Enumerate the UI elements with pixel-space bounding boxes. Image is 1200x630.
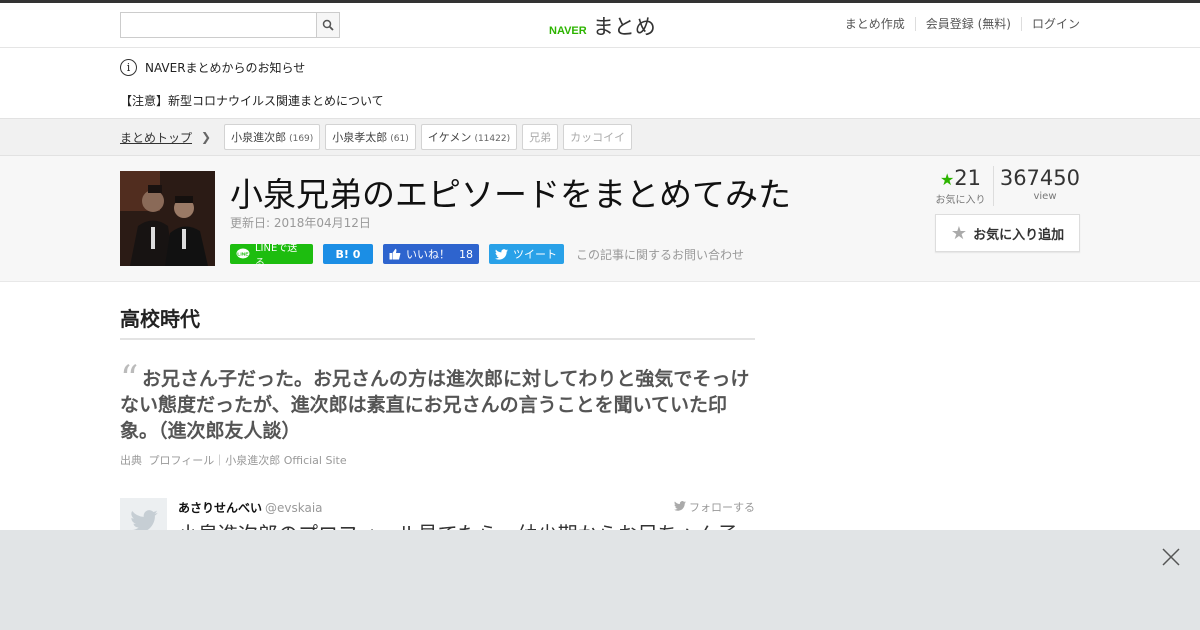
favorites-label: お気に入り: [935, 195, 986, 206]
thumbs-up-icon: [389, 248, 401, 260]
tag-label: イケメン: [427, 131, 472, 144]
twitter-bird-icon: [673, 501, 686, 511]
logo-matome-text: まとめ: [592, 15, 656, 39]
updated-date: 更新日: 2018年04月12日: [230, 216, 371, 230]
facebook-like-button[interactable]: いいね！ 18: [383, 244, 479, 264]
add-favorite-button[interactable]: ★ お気に入り追加: [935, 214, 1080, 252]
thumbnail-photo: [120, 171, 215, 266]
breadcrumb: まとめトップ ❯ 小泉進次郎 (169) 小泉孝太郎 (61) イケメン (11422…: [0, 118, 1200, 156]
tag-label: カッコイイ: [570, 131, 626, 144]
favorites-count: 21: [954, 166, 982, 190]
hatena-bookmark-button[interactable]: B! 0: [323, 244, 373, 264]
tweet-follow-button[interactable]: フォローする: [673, 499, 755, 515]
header-nav: まとめ作成 会員登録 (無料) ログイン: [835, 17, 1080, 31]
section-heading: 高校時代: [120, 282, 755, 340]
facebook-like-label: いいね！: [406, 248, 450, 261]
close-icon[interactable]: [1162, 548, 1180, 566]
views-label: view: [1033, 191, 1057, 202]
chevron-right-icon: ❯: [201, 130, 212, 144]
tweet-user-name: あさりせんべい: [178, 501, 263, 515]
search-icon: [322, 19, 334, 31]
star-icon: ★: [939, 170, 955, 189]
article-title: 小泉兄弟のエピソードをまとめてみた: [230, 175, 791, 214]
views-count: 367450: [999, 166, 1080, 190]
tag-count: (61): [390, 134, 409, 144]
views-stat: 367450 view: [994, 166, 1080, 206]
nav-login[interactable]: ログイン: [1020, 17, 1080, 31]
tweet-follow-label: フォローする: [689, 501, 755, 514]
quote-text: お兄さん子だった。お兄さんの方は進次郎に対してわりと強気でそっけない態度だったが…: [120, 368, 750, 442]
tag-item[interactable]: カッコイイ: [563, 124, 633, 150]
article-stats: ★21 お気に入り 367450 view: [928, 166, 1080, 206]
hatena-label: B! 0: [335, 247, 361, 261]
line-share-label: LINEで送る: [254, 243, 298, 269]
twitter-bird-icon: [495, 248, 508, 260]
add-favorite-label: お気に入り追加: [973, 227, 1065, 243]
tag-item[interactable]: 小泉進次郎 (169): [224, 124, 321, 150]
tag-item[interactable]: 兄弟: [522, 124, 559, 150]
tag-label: 兄弟: [529, 131, 552, 144]
ad-overlay-banner: [0, 530, 1200, 630]
tweet-button[interactable]: ツイート: [489, 244, 564, 264]
facebook-like-count: 18: [459, 247, 473, 261]
breadcrumb-top-link[interactable]: まとめトップ: [120, 129, 192, 146]
notice-title: NAVERまとめからのお知らせ: [145, 61, 306, 75]
naver-matome-logo[interactable]: NAVER まとめ: [549, 11, 656, 41]
line-icon: LINE: [236, 248, 250, 259]
contact-link[interactable]: この記事に関するお問い合わせ: [576, 246, 744, 263]
nav-register[interactable]: 会員登録 (無料): [914, 17, 1021, 31]
site-header: NAVER まとめ まとめ作成 会員登録 (無料) ログイン: [0, 3, 1200, 48]
search-box: [120, 12, 340, 38]
favorites-stat: ★21 お気に入り: [928, 166, 994, 206]
search-input[interactable]: [120, 12, 316, 38]
article-body: 高校時代 “ お兄さん子だった。お兄さんの方は進次郎に対してわりと強気でそっけな…: [0, 282, 755, 546]
search-button[interactable]: [316, 12, 340, 38]
tag-count: (11422): [474, 134, 511, 144]
tag-label: 小泉孝太郎: [332, 131, 388, 144]
tweet-user[interactable]: あさりせんべい @evskaia: [178, 499, 323, 516]
tag-item[interactable]: 小泉孝太郎 (61): [325, 124, 416, 150]
source-label: 出典: [120, 454, 142, 467]
source-link[interactable]: プロフィール｜小泉進次郎 Official Site: [149, 454, 347, 467]
notice-link[interactable]: 【注意】新型コロナウイルス関連まとめについて: [120, 92, 1080, 109]
article-header: 小泉兄弟のエピソードをまとめてみた 更新日: 2018年04月12日 LINE …: [0, 156, 1200, 282]
info-icon: i: [120, 59, 137, 76]
nav-create-matome[interactable]: まとめ作成: [835, 17, 915, 31]
line-share-button[interactable]: LINE LINEで送る: [230, 243, 313, 269]
share-buttons: LINE LINEで送る B! 0 いいね！ 18 ツイート この記事に関するお…: [230, 243, 744, 269]
quote-source: 出典 プロフィール｜小泉進次郎 Official Site: [120, 452, 755, 468]
quote-mark-icon: “: [120, 359, 139, 400]
quote-block: “ お兄さん子だった。お兄さんの方は進次郎に対してわりと強気でそっけない態度だっ…: [120, 362, 755, 468]
tag-item[interactable]: イケメン (11422): [420, 124, 518, 150]
notice-area: i NAVERまとめからのお知らせ 【注意】新型コロナウイルス関連まとめについて: [0, 48, 1200, 118]
svg-text:LINE: LINE: [237, 251, 249, 257]
tag-count: (169): [289, 134, 314, 144]
tweet-label: ツイート: [513, 248, 557, 261]
star-outline-icon: ★: [950, 222, 968, 244]
tag-label: 小泉進次郎: [231, 131, 287, 144]
tweet-user-handle: @evskaia: [265, 501, 323, 515]
article-thumbnail: [120, 171, 215, 266]
logo-naver-text: NAVER: [549, 25, 587, 37]
